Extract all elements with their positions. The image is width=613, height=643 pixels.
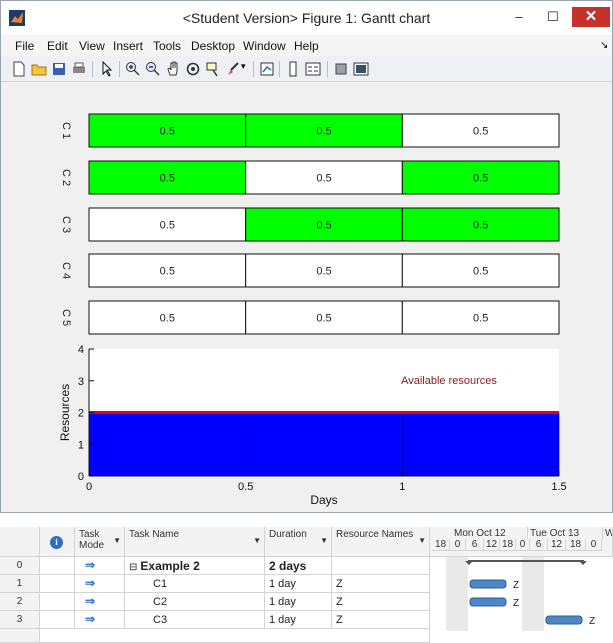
hide-plot-tools-icon[interactable] <box>333 61 349 77</box>
new-figure-icon[interactable] <box>11 61 27 77</box>
figure-window: <Student Version> Figure 1: Gantt chart … <box>0 0 613 513</box>
print-icon[interactable] <box>71 61 87 77</box>
resource-area-block <box>245 412 403 477</box>
resource-area-block <box>402 412 560 477</box>
pan-icon[interactable] <box>165 61 181 77</box>
gantt-chart-area: ZZZ <box>446 557 595 631</box>
y-tick-label: 0 <box>78 471 84 483</box>
x-tick-label: 1.5 <box>551 481 566 493</box>
link-plot-icon[interactable] <box>259 61 275 77</box>
resource-area-block <box>88 412 246 477</box>
maximize-button[interactable]: ☐ <box>538 7 568 27</box>
segment-value-label: 0.5 <box>160 126 175 138</box>
brush-dropdown-icon[interactable]: ▾ <box>241 61 257 77</box>
segment-value-label: 0.5 <box>473 313 488 325</box>
menu-desktop[interactable]: Desktop <box>191 39 235 53</box>
segment-value-label: 0.5 <box>160 220 175 232</box>
zoom-in-icon[interactable] <box>125 61 141 77</box>
segment-value-label: 0.5 <box>160 266 175 278</box>
task-bar-resource-label: Z <box>513 580 519 591</box>
segment-value-label: 0.5 <box>316 173 331 185</box>
menu-help[interactable]: Help <box>294 39 319 53</box>
figure-canvas: 0.5 0.5 0.5 C 1 0.5 0.5 0.5 C 2 0.5 0.5 0.5 C 3 0.5 0… <box>58 113 567 507</box>
colorbar-icon[interactable] <box>285 61 301 77</box>
segment-value-label: 0.5 <box>160 173 175 185</box>
save-icon[interactable] <box>51 61 67 77</box>
menu-bar: File Edit View Insert Tools Desktop Wind… <box>1 36 612 56</box>
row-label: C 4 <box>60 262 72 279</box>
menu-insert[interactable]: Insert <box>113 39 143 53</box>
data-cursor-icon[interactable] <box>205 61 221 77</box>
segment-value-label: 0.5 <box>473 266 488 278</box>
toolbar-separator <box>327 61 328 77</box>
y-axis-label: Resources <box>58 384 72 441</box>
segment-value-label: 0.5 <box>316 313 331 325</box>
task-bar-resource-label: Z <box>589 616 595 627</box>
figure-toolbar: ▾ <box>1 57 612 82</box>
zoom-out-icon[interactable] <box>145 61 161 77</box>
empty-row[interactable] <box>40 629 430 643</box>
toolbar-separator <box>119 61 120 77</box>
segment-value-label: 0.5 <box>473 126 488 138</box>
task-bar[interactable] <box>469 579 507 589</box>
row-label: C 3 <box>60 216 72 233</box>
nonworking-time-shade <box>522 557 544 631</box>
x-axis-label: Days <box>310 493 337 507</box>
select-pointer-icon[interactable] <box>99 61 115 77</box>
brush-icon[interactable] <box>225 61 241 77</box>
menu-tools[interactable]: Tools <box>153 39 181 53</box>
close-button[interactable]: ✕ <box>572 7 610 27</box>
row-label: C 1 <box>60 122 72 139</box>
summary-bar-end <box>579 561 587 565</box>
toolbar-separator <box>279 61 280 77</box>
row-label: C 5 <box>60 309 72 326</box>
segment-value-label: 0.5 <box>160 313 175 325</box>
segment-value-label: 0.5 <box>316 126 331 138</box>
minimize-button[interactable]: – <box>504 7 534 27</box>
legend-icon[interactable] <box>305 61 321 77</box>
x-tick-label: 0.5 <box>238 481 253 493</box>
row-number[interactable] <box>0 629 40 643</box>
y-tick-label: 1 <box>78 439 84 451</box>
y-tick-label: 4 <box>78 344 84 356</box>
menu-edit[interactable]: Edit <box>47 39 68 53</box>
show-plot-tools-icon[interactable] <box>353 61 369 77</box>
rotate-3d-icon[interactable] <box>185 61 201 77</box>
x-tick-label: 1 <box>399 481 405 493</box>
title-bar: <Student Version> Figure 1: Gantt chart … <box>1 1 612 35</box>
segment-value-label: 0.5 <box>316 266 331 278</box>
y-tick-label: 3 <box>78 376 84 388</box>
available-resources-annotation: Available resources <box>401 375 497 387</box>
x-tick-label: 0 <box>86 481 92 493</box>
task-bar[interactable] <box>545 615 583 625</box>
segment-value-label: 0.5 <box>316 220 331 232</box>
menu-view[interactable]: View <box>79 39 105 53</box>
y-tick-label: 2 <box>78 408 84 420</box>
row-label: C 2 <box>60 169 72 186</box>
open-file-icon[interactable] <box>31 61 47 77</box>
task-bar-resource-label: Z <box>513 598 519 609</box>
menubar-dock-arrow-icon[interactable]: ↘ <box>600 40 608 51</box>
segment-value-label: 0.5 <box>473 220 488 232</box>
menu-window[interactable]: Window <box>243 39 286 53</box>
task-bar[interactable] <box>469 597 507 607</box>
project-gantt-view: i Task Mode ▼ Task Name ▼ Duration ▼ Resour… <box>0 527 613 643</box>
segment-value-label: 0.5 <box>473 173 488 185</box>
nonworking-time-shade <box>446 557 468 631</box>
toolbar-separator <box>253 61 254 77</box>
toolbar-separator <box>92 61 93 77</box>
menu-file[interactable]: File <box>15 39 34 53</box>
